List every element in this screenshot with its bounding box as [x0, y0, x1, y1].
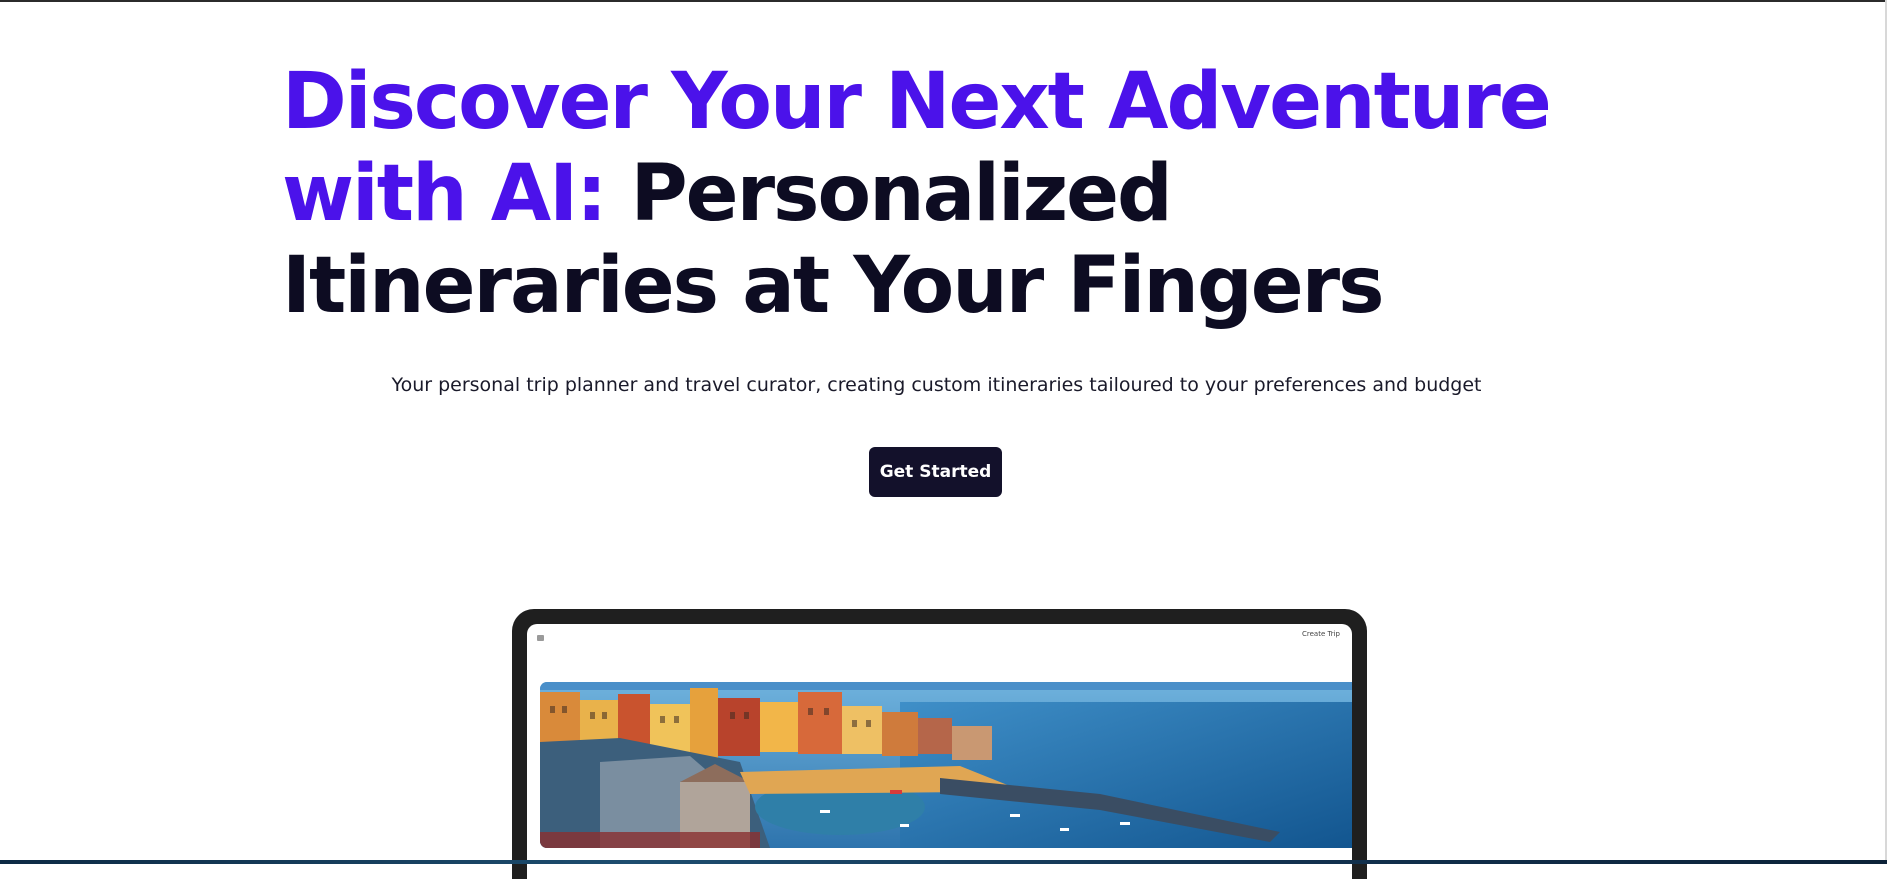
hero-subtitle: Your personal trip planner and travel cu… [391, 374, 1482, 396]
get-started-button[interactable]: Get Started [869, 447, 1002, 497]
menu-icon [537, 635, 544, 641]
laptop-mockup: Create Trip [512, 609, 1367, 879]
window-top-border [0, 0, 1887, 2]
destination-banner-image [540, 682, 1352, 848]
create-trip-link[interactable]: Create Trip [1302, 630, 1340, 638]
coastal-village-illustration [540, 682, 1352, 848]
laptop-screen: Create Trip [527, 624, 1352, 879]
next-section-edge [0, 860, 1887, 864]
hero-heading: Discover Your Next Adventure with AI: Pe… [282, 56, 1582, 332]
